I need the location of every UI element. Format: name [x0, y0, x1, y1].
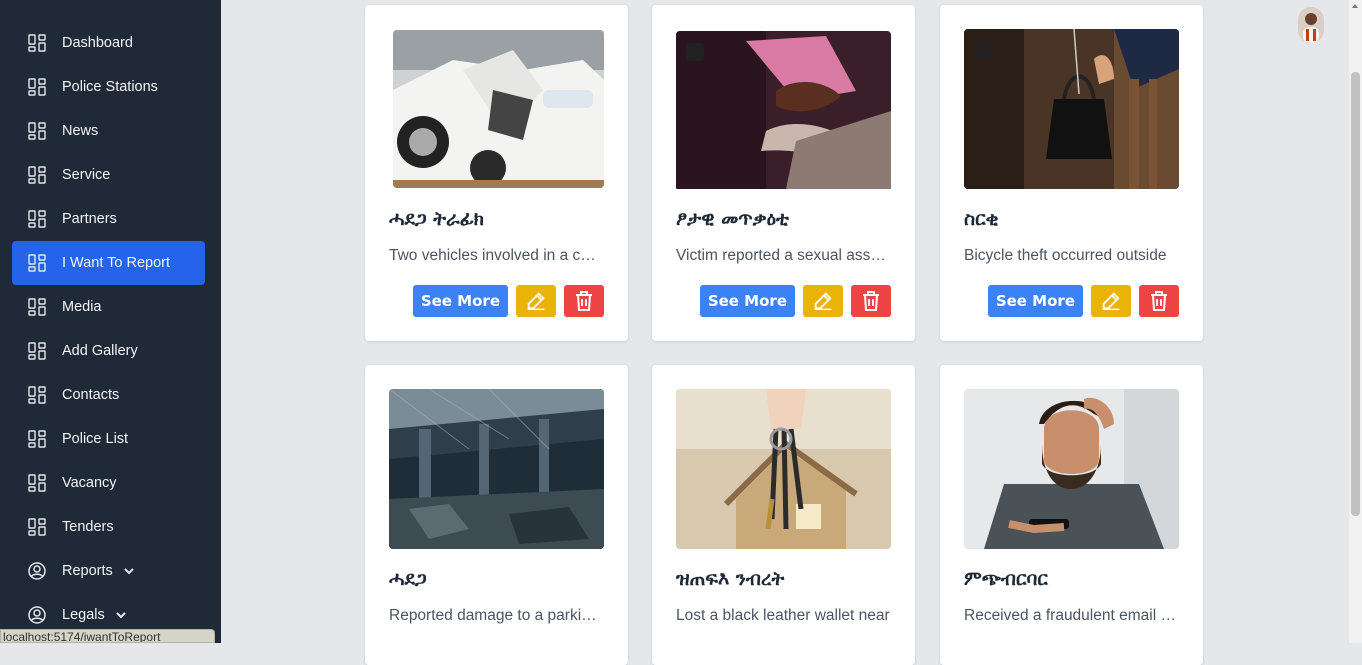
sidebar-item-label: News — [62, 123, 99, 139]
sidebar-item-police-stations[interactable]: Police Stations — [12, 65, 205, 109]
card-title: ሓደጋ ትራፊክ — [389, 208, 485, 230]
pencil-icon — [525, 290, 547, 312]
grid-icon — [27, 473, 47, 493]
sidebar-item-label: Reports — [62, 563, 113, 579]
user-circle-icon — [27, 561, 47, 581]
card-title: ዝጠፍእ ንብረት — [676, 568, 785, 590]
card-actions: See More — [412, 285, 604, 317]
sidebar-item-media[interactable]: Media — [12, 285, 205, 329]
report-card: ዝጠፍእ ንብረት Lost a black leather wallet nea… — [652, 365, 915, 665]
grid-icon — [27, 33, 47, 53]
grid-icon — [27, 341, 47, 361]
pencil-icon — [812, 290, 834, 312]
see-more-button[interactable]: See More — [987, 285, 1083, 317]
edit-button[interactable] — [516, 285, 556, 317]
card-actions: See More — [699, 285, 891, 317]
scroll-up-arrow-icon[interactable] — [1352, 4, 1358, 8]
see-more-button[interactable]: See More — [699, 285, 795, 317]
see-more-button[interactable]: See More — [412, 285, 508, 317]
chevron-down-icon[interactable] — [115, 609, 127, 621]
card-description: Victim reported a sexual assault — [676, 247, 890, 264]
sidebar: Dashboard Police Stations News Service Partn… — [0, 0, 221, 643]
stressed-man-phone-photo — [964, 389, 1179, 549]
edit-button[interactable] — [1091, 285, 1131, 317]
sidebar-item-dashboard[interactable]: Dashboard — [12, 21, 205, 65]
chevron-down-icon[interactable] — [123, 565, 135, 577]
ruined-building-photo — [389, 389, 604, 549]
delete-button[interactable] — [1139, 285, 1179, 317]
scroll-thumb[interactable] — [1351, 72, 1360, 516]
report-card: ፆታዊ መጥቃዕቲ Victim reported a sexual assaul… — [652, 5, 915, 341]
sidebar-item-tenders[interactable]: Tenders — [12, 505, 205, 549]
trash-icon — [1149, 290, 1169, 312]
page-scrollbar[interactable] — [1349, 0, 1362, 643]
card-actions: See More — [987, 285, 1179, 317]
pencil-icon — [1100, 290, 1122, 312]
hands-support-photo — [676, 31, 891, 191]
sidebar-item-label: Police Stations — [62, 79, 158, 95]
sidebar-item-service[interactable]: Service — [12, 153, 205, 197]
sidebar-item-label: Media — [62, 299, 102, 315]
sidebar-item-i-want-to-report[interactable]: I Want To Report — [12, 241, 205, 285]
grid-icon — [27, 209, 47, 229]
sidebar-item-label: Partners — [62, 211, 117, 227]
grid-icon — [27, 77, 47, 97]
sidebar-item-label: Dashboard — [62, 35, 133, 51]
sidebar-item-label: Contacts — [62, 387, 120, 403]
trash-icon — [861, 290, 881, 312]
bag-theft-photo — [964, 29, 1179, 189]
report-card: ሓደጋ Reported damage to a parking area — [365, 365, 628, 665]
sidebar-item-police-list[interactable]: Police List — [12, 417, 205, 461]
card-description: Reported damage to a parking area — [389, 607, 603, 624]
sidebar-item-label: Add Gallery — [62, 343, 138, 359]
grid-icon — [27, 297, 47, 317]
delete-button[interactable] — [564, 285, 604, 317]
status-bar-url: localhost:5174/iwantToReport — [0, 629, 215, 643]
sidebar-item-label: Police List — [62, 431, 129, 447]
report-card: ሓደጋ ትራፊክ Two vehicles involved in a colli… — [365, 5, 628, 341]
grid-icon — [27, 165, 47, 185]
avatar-image — [1298, 7, 1324, 43]
sidebar-item-news[interactable]: News — [12, 109, 205, 153]
user-avatar[interactable] — [1298, 7, 1324, 43]
sidebar-item-contacts[interactable]: Contacts — [12, 373, 205, 417]
card-description: Bicycle theft occurred outside — [964, 247, 1167, 264]
sidebar-item-partners[interactable]: Partners — [12, 197, 205, 241]
card-title: ምጭብርባር — [964, 568, 1048, 590]
card-title: ፆታዊ መጥቃዕቲ — [676, 208, 789, 230]
sidebar-item-label: Legals — [62, 607, 105, 623]
grid-icon — [27, 253, 47, 273]
card-title: ስርቂ — [964, 208, 999, 230]
car-accident-photo — [393, 30, 604, 188]
sidebar-item-add-gallery[interactable]: Add Gallery — [12, 329, 205, 373]
sidebar-item-vacancy[interactable]: Vacancy — [12, 461, 205, 505]
sidebar-item-label: I Want To Report — [62, 255, 170, 271]
delete-button[interactable] — [851, 285, 891, 317]
grid-icon — [27, 517, 47, 537]
card-title: ሓደጋ — [389, 568, 427, 590]
card-description: Received a fraudulent email message — [964, 607, 1178, 624]
sidebar-item-reports[interactable]: Reports — [12, 549, 205, 593]
keys-house-photo — [676, 389, 891, 549]
user-circle-icon — [27, 605, 47, 625]
sidebar-item-label: Vacancy — [62, 475, 117, 491]
grid-icon — [27, 385, 47, 405]
edit-button[interactable] — [803, 285, 843, 317]
sidebar-item-label: Tenders — [62, 519, 114, 535]
sidebar-item-label: Service — [62, 167, 111, 183]
report-card: ምጭብርባር Received a fraudulent email messag… — [940, 365, 1203, 665]
card-description: Two vehicles involved in a collision — [389, 247, 603, 264]
trash-icon — [574, 290, 594, 312]
report-card: ስርቂ Bicycle theft occurred outside See Mor… — [940, 5, 1203, 341]
grid-icon — [27, 121, 47, 141]
grid-icon — [27, 429, 47, 449]
card-description: Lost a black leather wallet near — [676, 607, 890, 624]
